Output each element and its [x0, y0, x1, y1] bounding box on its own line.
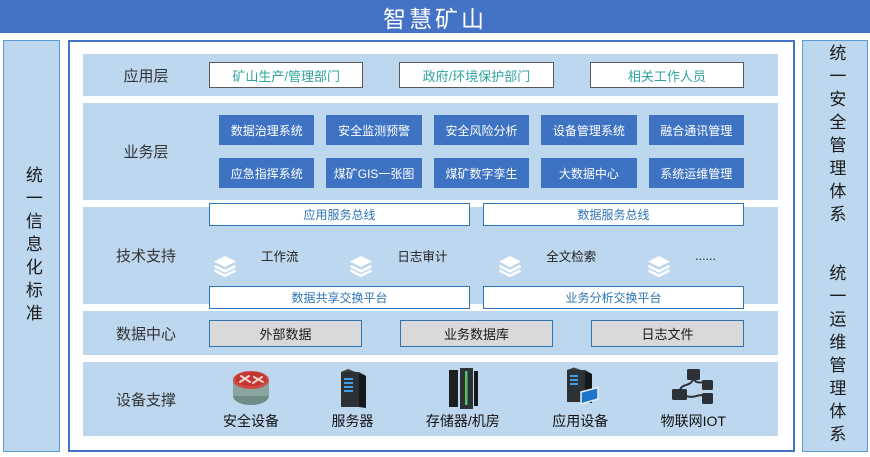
left-standard-panel: 统一信息化标准 — [3, 40, 60, 452]
tech-support-layer-label: 技术支持 — [83, 245, 209, 266]
tech-support-layer-row: 技术支持 应用服务总线 数据服务总线 工作流 日志审计 — [83, 207, 778, 304]
device-item: 存储器/机房 — [426, 367, 500, 431]
service-bus-box: 数据服务总线 — [483, 203, 744, 226]
data-center-items: 外部数据 业务数据库 日志文件 — [209, 320, 744, 347]
business-system-box: 安全风险分析 — [434, 115, 529, 145]
service-bus-row: 应用服务总线 数据服务总线 — [209, 203, 744, 226]
storage-rack-icon — [442, 367, 484, 409]
layers-icon — [498, 235, 522, 277]
service-bus-box: 应用服务总线 — [209, 203, 470, 226]
application-item: 矿山生产/管理部门 — [209, 62, 363, 88]
server-icon — [333, 367, 371, 409]
device-support-layer-row: 设备支撑 — [83, 362, 778, 436]
business-layer-label: 业务层 — [83, 141, 209, 162]
device-label: 存储器/机房 — [426, 411, 500, 431]
right-panel-label-security: 统一安全管理体系 — [826, 44, 845, 228]
middleware-label: 工作流 — [261, 246, 299, 265]
right-panel-label-ops: 统一运维管理体系 — [826, 264, 845, 448]
layers-icon — [213, 235, 237, 277]
business-system-box: 融合通讯管理 — [649, 115, 744, 145]
device-item: 应用设备 — [552, 367, 608, 431]
application-layer-label: 应用层 — [83, 65, 209, 86]
data-source-box: 外部数据 — [209, 320, 362, 347]
device-item: 物联网IOT — [661, 367, 726, 431]
security-device-icon — [228, 367, 274, 409]
exchange-platform-box: 业务分析交换平台 — [483, 286, 744, 309]
middleware-item: ...... — [647, 235, 716, 277]
device-label: 安全设备 — [223, 411, 279, 431]
layers-icon — [349, 235, 373, 277]
layers-icon — [647, 235, 671, 277]
middleware-item: 工作流 — [213, 235, 299, 277]
architecture-main-box: 应用层 矿山生产/管理部门 政府/环境保护部门 相关工作人员 业务层 数据治理系… — [68, 40, 795, 452]
iot-network-icon — [669, 367, 717, 409]
business-layer-row: 业务层 数据治理系统 安全监测预警 安全风险分析 设备管理系统 融合通讯管理 应… — [83, 103, 778, 200]
business-system-box: 煤矿GIS一张图 — [326, 158, 421, 188]
device-label: 应用设备 — [552, 411, 608, 431]
middleware-label: 日志审计 — [397, 246, 447, 265]
left-panel-label: 统一信息化标准 — [22, 166, 41, 327]
device-label: 服务器 — [331, 411, 373, 431]
data-center-layer-row: 数据中心 外部数据 业务数据库 日志文件 — [83, 311, 778, 355]
exchange-platform-box: 数据共享交换平台 — [209, 286, 470, 309]
application-layer-items: 矿山生产/管理部门 政府/环境保护部门 相关工作人员 — [209, 62, 744, 88]
data-source-box: 业务数据库 — [400, 320, 553, 347]
application-layer-row: 应用层 矿山生产/管理部门 政府/环境保护部门 相关工作人员 — [83, 54, 778, 96]
business-system-box: 应急指挥系统 — [219, 158, 314, 188]
right-management-panel: 统一安全管理体系 统一运维管理体系 — [802, 40, 868, 452]
device-item: 安全设备 — [223, 367, 279, 431]
tech-support-content: 应用服务总线 数据服务总线 工作流 日志审计 全文检索 — [209, 203, 744, 309]
middleware-row: 工作流 日志审计 全文检索 ...... — [209, 235, 744, 277]
business-system-box: 安全监测预警 — [326, 115, 421, 145]
business-system-box: 煤矿数字孪生 — [434, 158, 529, 188]
exchange-platform-row: 数据共享交换平台 业务分析交换平台 — [209, 286, 744, 309]
business-system-box: 大数据中心 — [541, 158, 636, 188]
data-center-layer-label: 数据中心 — [83, 323, 209, 344]
business-system-box: 数据治理系统 — [219, 115, 314, 145]
application-item: 政府/环境保护部门 — [399, 62, 553, 88]
device-item: 服务器 — [331, 367, 373, 431]
device-support-items: 安全设备 服务器 — [209, 367, 744, 431]
application-item: 相关工作人员 — [590, 62, 744, 88]
middleware-label: ...... — [695, 249, 716, 263]
data-source-box: 日志文件 — [591, 320, 744, 347]
middleware-item: 全文检索 — [498, 235, 596, 277]
business-system-box: 系统运维管理 — [649, 158, 744, 188]
middleware-label: 全文检索 — [546, 246, 596, 265]
business-layer-items: 数据治理系统 安全监测预警 安全风险分析 设备管理系统 融合通讯管理 应急指挥系… — [209, 115, 744, 188]
right-panel-label: 统一安全管理体系 统一运维管理体系 — [826, 44, 845, 449]
diagram-body: 统一信息化标准 应用层 矿山生产/管理部门 政府/环境保护部门 相关工作人员 业… — [0, 40, 870, 452]
device-label: 物联网IOT — [661, 411, 726, 431]
app-device-icon — [558, 367, 602, 409]
page-title: 智慧矿山 — [0, 0, 870, 33]
business-system-box: 设备管理系统 — [541, 115, 636, 145]
device-support-layer-label: 设备支撑 — [83, 389, 209, 410]
middleware-item: 日志审计 — [349, 235, 447, 277]
